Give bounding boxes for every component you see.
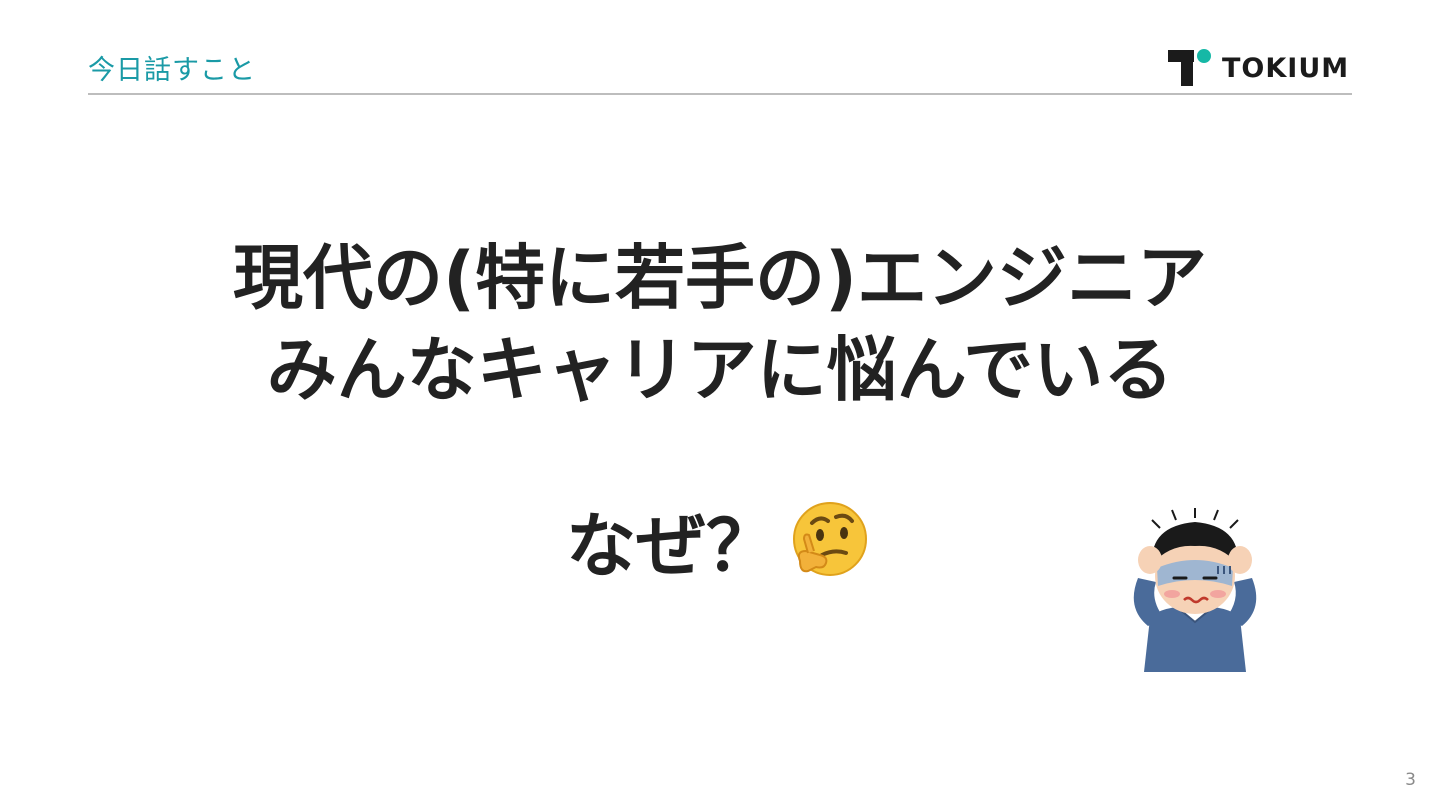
page-number: 3 — [1405, 770, 1416, 790]
worried-person-illustration — [1133, 508, 1257, 672]
logo-text: TOKIUM — [1222, 52, 1350, 84]
section-title: 今日話すこと — [88, 55, 256, 86]
headline-line-2: みんなキャリアに悩んでいる — [266, 329, 1174, 411]
tokium-logo: TOKIUM — [1168, 48, 1349, 88]
tokium-logo-mark-icon — [1168, 49, 1211, 86]
question-row: なぜ？ — [566, 490, 870, 591]
question-text: なぜ？ — [566, 505, 776, 587]
headline-line-1: 現代の(特に若手の)エンジニア — [233, 237, 1207, 319]
slide: 今日話すこと TOKIUM 現代の(特に若手の)エンジニア みんなキャリアに悩ん… — [0, 0, 1440, 810]
headline: 現代の(特に若手の)エンジニア みんなキャリアに悩んでいる — [0, 232, 1440, 416]
header-divider — [88, 93, 1352, 95]
thinking-face-icon — [793, 501, 867, 576]
